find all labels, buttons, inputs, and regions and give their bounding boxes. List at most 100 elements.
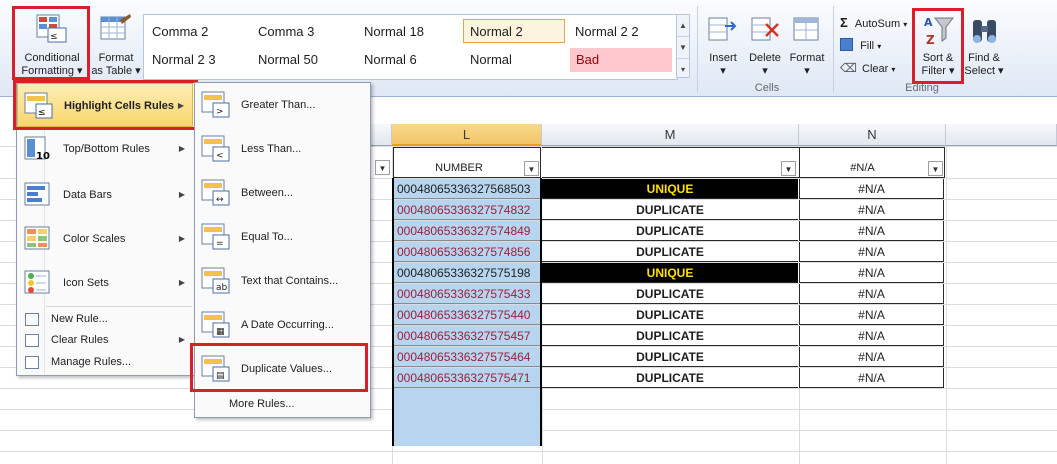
sort-filter-highlight bbox=[912, 8, 964, 84]
clear-button[interactable]: ⌫ Clear ▾ bbox=[840, 61, 904, 77]
cell-number[interactable]: 00048065336327575464 bbox=[393, 347, 540, 367]
menu-item-data-bars[interactable]: Data Bars ▶ bbox=[17, 173, 193, 217]
cell-status[interactable]: DUPLICATE bbox=[542, 221, 798, 241]
submenu-item-label: Equal To... bbox=[241, 231, 293, 243]
autosum-button[interactable]: Σ AutoSum ▾ bbox=[840, 15, 912, 31]
cell-status[interactable]: DUPLICATE bbox=[542, 305, 798, 325]
column-header-n[interactable]: N bbox=[799, 124, 946, 146]
submenu-item[interactable]: > Greater Than... bbox=[195, 83, 368, 127]
menu-item-manage-rules[interactable]: Manage Rules... bbox=[17, 352, 193, 372]
submenu-arrow-icon: ▶ bbox=[178, 190, 185, 199]
cell-na[interactable]: #N/A bbox=[799, 221, 944, 241]
cell-na[interactable]: #N/A bbox=[799, 263, 944, 283]
column-header-m[interactable]: M bbox=[542, 124, 799, 146]
style-normal-50[interactable]: Normal 50 bbox=[252, 48, 354, 72]
format-as-table-label-1: Format bbox=[98, 52, 134, 64]
menu-item-top-bottom-rules[interactable]: 10 Top/Bottom Rules ▶ bbox=[17, 127, 193, 171]
insert-label: Insert ▾ bbox=[709, 52, 737, 77]
row-gridline bbox=[0, 451, 1057, 452]
cell-number[interactable]: 00048065336327568503 bbox=[393, 179, 540, 199]
style-comma-2[interactable]: Comma 2 bbox=[146, 20, 248, 44]
cell-status[interactable]: DUPLICATE bbox=[542, 200, 798, 220]
cell-number[interactable]: 00048065336327575457 bbox=[393, 326, 540, 346]
format-label: Format ▾ bbox=[789, 52, 825, 77]
insert-button[interactable]: Insert ▾ bbox=[703, 14, 743, 78]
style-normal-2[interactable]: Normal 2 bbox=[463, 19, 565, 43]
cell-na[interactable]: #N/A bbox=[799, 347, 944, 367]
submenu-item[interactable]: ab Text that Contains... bbox=[195, 259, 368, 303]
filter-dropdown-k-icon[interactable]: ▼ bbox=[375, 160, 390, 175]
cell-na[interactable]: #N/A bbox=[799, 200, 944, 220]
cell-number[interactable]: 00048065336327574832 bbox=[393, 200, 540, 220]
styles-expand-icon[interactable]: ▾ bbox=[677, 59, 689, 80]
menu-item-label: New Rule... bbox=[51, 313, 108, 325]
submenu-item[interactable]: ▦ A Date Occurring... bbox=[195, 303, 368, 347]
cell-number[interactable]: 00048065336327574856 bbox=[393, 242, 540, 262]
menu-item-label: Clear Rules bbox=[51, 334, 109, 346]
cell-status[interactable]: DUPLICATE bbox=[542, 347, 798, 367]
format-as-table-button[interactable]: Format as Table ▾ bbox=[90, 8, 142, 80]
column-l-selected-empty[interactable] bbox=[394, 388, 540, 446]
cell-status[interactable]: DUPLICATE bbox=[542, 326, 798, 346]
highlight-cells-rules-highlight bbox=[13, 80, 198, 130]
cells-group-label: Cells bbox=[754, 82, 780, 94]
header-cell-n[interactable]: #N/A ▼ bbox=[799, 147, 945, 178]
cell-number[interactable]: 00048065336327575198 bbox=[393, 263, 540, 283]
filter-dropdown-n-icon[interactable]: ▼ bbox=[928, 161, 943, 176]
submenu-item[interactable]: < Less Than... bbox=[195, 127, 368, 171]
manage-rules-icon bbox=[25, 356, 39, 369]
cell-number[interactable]: 00048065336327575440 bbox=[393, 305, 540, 325]
filter-dropdown-m-icon[interactable]: ▼ bbox=[781, 161, 796, 176]
menu-divider bbox=[46, 306, 192, 307]
find-select-button[interactable]: Find & Select ▾ bbox=[964, 10, 1004, 80]
cell-status[interactable]: UNIQUE bbox=[542, 179, 798, 199]
menu-item-label: Top/Bottom Rules bbox=[63, 143, 150, 155]
menu-item-new-rule[interactable]: New Rule... bbox=[17, 309, 193, 329]
cell-status[interactable]: DUPLICATE bbox=[542, 368, 798, 388]
duplicate-values-highlight bbox=[190, 343, 368, 392]
column-header-o[interactable] bbox=[946, 124, 1057, 146]
style-normal-2-3[interactable]: Normal 2 3 bbox=[146, 48, 248, 72]
menu-item-color-scales[interactable]: Color Scales ▶ bbox=[17, 217, 193, 261]
styles-scroll-up-icon[interactable]: ▲ bbox=[677, 15, 689, 37]
style-bad[interactable]: Bad bbox=[570, 48, 672, 72]
cell-status[interactable]: UNIQUE bbox=[542, 263, 798, 283]
cell-na[interactable]: #N/A bbox=[799, 326, 944, 346]
cell-na[interactable]: #N/A bbox=[799, 368, 944, 388]
format-button[interactable]: Format ▾ bbox=[785, 14, 829, 78]
cell-number[interactable]: 00048065336327575433 bbox=[393, 284, 540, 304]
clear-arrow-icon: ▾ bbox=[891, 65, 896, 74]
delete-icon bbox=[751, 17, 779, 41]
style-normal-6[interactable]: Normal 6 bbox=[358, 48, 460, 72]
styles-scroll[interactable]: ▲ ▼ ▾ bbox=[676, 14, 690, 78]
filter-dropdown-l-icon[interactable]: ▼ bbox=[524, 161, 539, 176]
cell-number[interactable]: 00048065336327575471 bbox=[393, 368, 540, 388]
submenu-item[interactable]: = Equal To... bbox=[195, 215, 368, 259]
find-select-label-1: Find & bbox=[968, 52, 1000, 64]
format-as-table-icon bbox=[100, 14, 131, 40]
cell-styles-gallery: Comma 2 Comma 3 Normal 18 Normal 2 Norma… bbox=[143, 14, 678, 80]
menu-item-clear-rules[interactable]: Clear Rules ▶ bbox=[17, 330, 193, 350]
delete-button[interactable]: Delete ▾ bbox=[745, 14, 785, 78]
fill-button[interactable]: Fill ▾ bbox=[840, 38, 900, 54]
cell-na[interactable]: #N/A bbox=[799, 284, 944, 304]
styles-scroll-down-icon[interactable]: ▼ bbox=[677, 37, 689, 59]
menu-item-icon-sets[interactable]: Icon Sets ▶ bbox=[17, 261, 193, 305]
style-normal[interactable]: Normal bbox=[464, 48, 566, 72]
style-comma-3[interactable]: Comma 3 bbox=[252, 20, 354, 44]
style-normal-2-2[interactable]: Normal 2 2 bbox=[569, 20, 671, 44]
cell-status[interactable]: DUPLICATE bbox=[542, 242, 798, 262]
cell-number[interactable]: 00048065336327574849 bbox=[393, 221, 540, 241]
style-normal-18[interactable]: Normal 18 bbox=[358, 20, 460, 44]
editing-group-label: Editing bbox=[905, 82, 939, 94]
column-header-k[interactable] bbox=[370, 124, 392, 146]
submenu-item[interactable]: ↔ Between... bbox=[195, 171, 368, 215]
header-cell-l[interactable]: NUMBER ▼ bbox=[393, 147, 541, 178]
cell-na[interactable]: #N/A bbox=[799, 305, 944, 325]
cell-status[interactable]: DUPLICATE bbox=[542, 284, 798, 304]
header-cell-m[interactable]: ▼ bbox=[542, 147, 799, 178]
cell-na[interactable]: #N/A bbox=[799, 179, 944, 199]
column-header-l[interactable]: L bbox=[392, 124, 542, 146]
menu-item-more-rules[interactable]: More Rules... bbox=[195, 394, 368, 414]
cell-na[interactable]: #N/A bbox=[799, 242, 944, 262]
